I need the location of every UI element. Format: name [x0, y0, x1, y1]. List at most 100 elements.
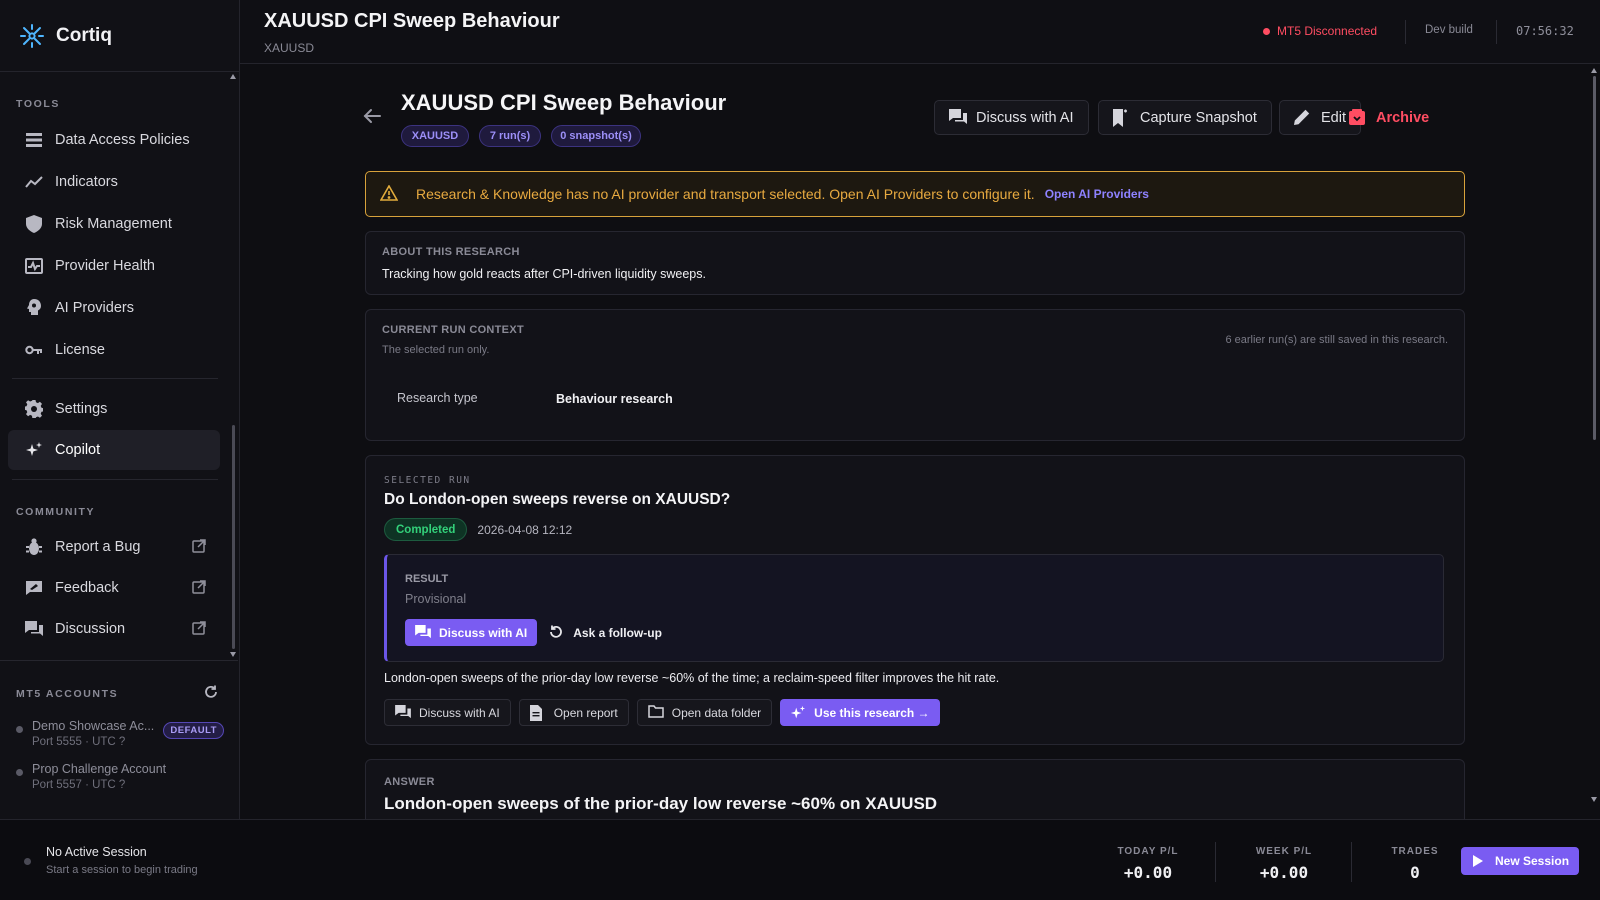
brain-icon — [24, 298, 44, 318]
mt5-status[interactable]: MT5 Disconnected — [1277, 24, 1377, 38]
sidebar-item-label: Risk Management — [55, 216, 172, 232]
session-footer: No Active Session Start a session to beg… — [0, 819, 1600, 900]
sidebar-item-copilot[interactable]: Copilot — [8, 430, 220, 470]
week-pl-value: +0.00 — [1259, 863, 1309, 882]
new-session-label: New Session — [1495, 854, 1570, 868]
warning-icon — [380, 185, 398, 203]
today-pl: TODAY P/L +0.00 — [1112, 846, 1184, 882]
footer-divider — [1215, 842, 1216, 882]
answer-card: ANSWER London-open sweeps of the prior-d… — [365, 759, 1465, 819]
session-subtitle: Start a session to begin trading — [46, 864, 198, 876]
account-port: Port 5557 · UTC ? — [32, 779, 126, 791]
open-report-label: Open report — [553, 705, 618, 720]
about-label: ABOUT THIS RESEARCH — [382, 246, 520, 258]
snapshots-tag: 0 snapshot(s) — [551, 125, 641, 147]
build-label: Dev build — [1425, 24, 1473, 36]
run-discuss-button[interactable]: Discuss with AI — [384, 699, 511, 726]
sidebar-scroll-thumb[interactable] — [232, 425, 235, 649]
sidebar-item-label: Settings — [55, 401, 108, 417]
main-scroll-thumb[interactable] — [1593, 76, 1596, 440]
session-title: No Active Session — [46, 845, 147, 859]
warning-text: Research & Knowledge has no AI provider … — [416, 186, 1035, 202]
top-header: XAUUSD CPI Sweep Behaviour XAUUSD MT5 Di… — [240, 0, 1600, 64]
pulse-icon — [24, 256, 44, 276]
context-note: 6 earlier run(s) are still saved in this… — [1225, 334, 1448, 346]
sidebar-item-risk-management[interactable]: Risk Management — [8, 204, 220, 244]
research-type-value: Behaviour research — [556, 392, 673, 406]
new-session-button[interactable]: New Session — [1461, 847, 1580, 875]
result-actions: Discuss with AI Ask a follow-up — [405, 619, 662, 646]
selected-run-card: SELECTED RUN Do London-open sweeps rever… — [365, 455, 1465, 745]
gear-icon — [24, 399, 44, 419]
footer-divider — [1351, 842, 1352, 882]
refresh-icon — [549, 625, 565, 641]
discuss-label: Discuss with AI — [976, 109, 1074, 126]
about-text: Tracking how gold reacts after CPI-drive… — [382, 267, 706, 281]
capture-snapshot-button[interactable]: Capture Snapshot — [1098, 100, 1272, 135]
result-discuss-button[interactable]: Discuss with AI — [405, 619, 538, 646]
sidebar-item-discussion[interactable]: Discussion — [8, 609, 220, 649]
default-badge: DEFAULT — [163, 722, 224, 739]
result-state: Provisional — [405, 592, 467, 606]
warning-banner: Research & Knowledge has no AI provider … — [365, 171, 1465, 217]
bookmark-icon — [1113, 108, 1131, 127]
refresh-icon[interactable] — [204, 685, 220, 701]
archive-button[interactable]: Archive — [1341, 100, 1437, 135]
header-divider — [1405, 20, 1406, 44]
sidebar-item-report-bug[interactable]: Report a Bug — [8, 527, 220, 567]
sidebar-item-label: Copilot — [55, 442, 101, 458]
answer-label: ANSWER — [384, 776, 435, 788]
symbol-tag: XAUUSD — [401, 125, 469, 147]
sidebar-item-label: Discussion — [55, 621, 126, 637]
chat-icon — [415, 624, 431, 641]
sidebar-item-license[interactable]: License — [8, 330, 220, 370]
sidebar-item-data-access-policies[interactable]: Data Access Policies — [8, 120, 220, 160]
sidebar-item-label: Report a Bug — [55, 539, 141, 555]
shield-icon — [24, 214, 44, 234]
archive-icon — [1349, 108, 1367, 127]
sidebar-item-label: Data Access Policies — [55, 132, 190, 148]
account-item[interactable]: Prop Challenge Account Port 5557 · UTC ? — [16, 762, 226, 791]
trades: TRADES 0 — [1385, 846, 1445, 882]
run-context-card: CURRENT RUN CONTEXT The selected run onl… — [365, 309, 1465, 441]
result-label: RESULT — [405, 573, 449, 585]
main-content: XAUUSD CPI Sweep Behaviour XAUUSD 7 run(… — [240, 64, 1600, 819]
cortiq-logo-icon — [18, 22, 46, 50]
run-question: Do London-open sweeps reverse on XAUUSD? — [384, 491, 731, 508]
feedback-icon — [24, 578, 44, 598]
chat-icon — [949, 108, 967, 127]
open-data-folder-button[interactable]: Open data folder — [636, 699, 773, 726]
trend-icon — [24, 172, 44, 192]
follow-up-label: Ask a follow-up — [573, 625, 662, 640]
bug-icon — [24, 537, 44, 557]
back-arrow-icon[interactable] — [362, 106, 384, 128]
play-icon — [1473, 855, 1485, 867]
header-title: XAUUSD CPI Sweep Behaviour — [264, 10, 560, 32]
use-this-research-button[interactable]: Use this research → — [780, 699, 940, 726]
brand[interactable]: Cortiq — [0, 0, 239, 72]
chat-icon — [24, 619, 44, 639]
sidebar-divider — [12, 479, 218, 480]
document-icon — [529, 704, 546, 721]
open-ai-providers-link[interactable]: Open AI Providers — [1045, 187, 1149, 201]
sidebar-item-provider-health[interactable]: Provider Health — [8, 246, 220, 286]
follow-up-button[interactable]: Ask a follow-up — [549, 625, 662, 641]
account-item[interactable]: Demo Showcase Ac... Port 5555 · UTC ? DE… — [16, 719, 226, 748]
open-report-button[interactable]: Open report — [518, 699, 629, 726]
sidebar-item-feedback[interactable]: Feedback — [8, 568, 220, 608]
tools-section-label: TOOLS — [16, 98, 60, 110]
clock: 07:56:32 — [1516, 24, 1574, 38]
sidebar-item-ai-providers[interactable]: AI Providers — [8, 288, 220, 328]
mt5-status-dot — [1263, 28, 1270, 35]
sidebar: Cortiq TOOLS Data Access Policies Indica… — [0, 0, 240, 819]
sidebar-item-label: Feedback — [55, 580, 119, 596]
discuss-with-ai-button[interactable]: Discuss with AI — [934, 100, 1089, 135]
selected-run-label: SELECTED RUN — [384, 475, 471, 486]
open-data-folder-label: Open data folder — [671, 705, 762, 720]
page-title: XAUUSD CPI Sweep Behaviour — [401, 90, 727, 115]
sidebar-item-settings[interactable]: Settings — [8, 389, 220, 429]
account-name: Prop Challenge Account — [32, 762, 167, 776]
today-pl-value: +0.00 — [1123, 863, 1173, 882]
sidebar-item-indicators[interactable]: Indicators — [8, 162, 220, 202]
account-status-dot — [16, 726, 23, 733]
